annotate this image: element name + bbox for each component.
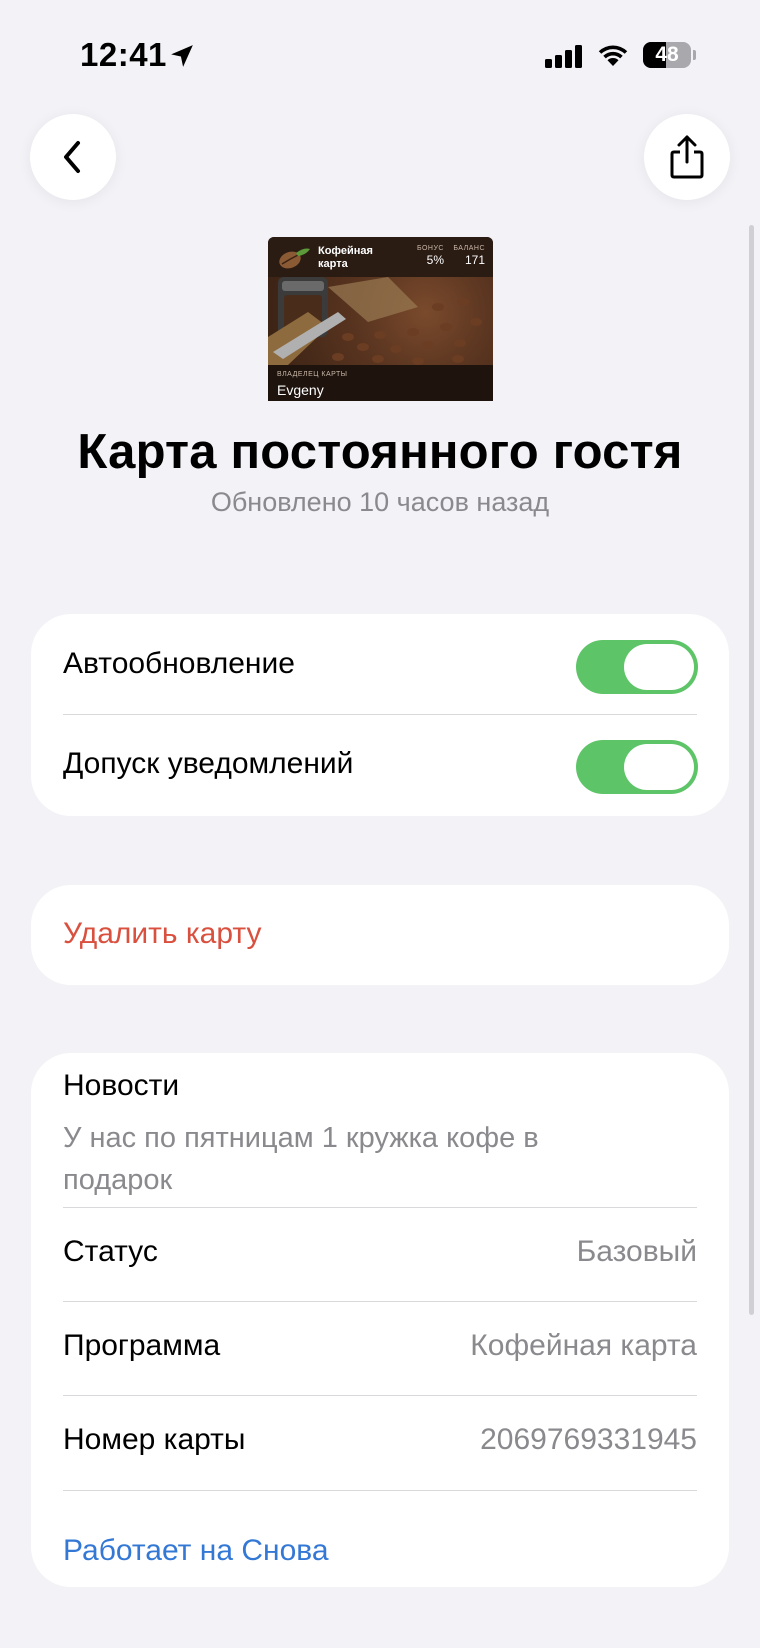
pass-bonus-field: БОНУС 5% (410, 244, 444, 268)
news-title: Новости (63, 1069, 180, 1102)
share-button[interactable] (644, 114, 730, 200)
pass-balance-value: 171 (464, 253, 485, 267)
program-label: Программа (63, 1329, 221, 1362)
battery-icon: 48 (643, 42, 691, 68)
page-subtitle: Обновлено 10 часов назад (210, 487, 550, 517)
status-label: Статус (63, 1235, 158, 1268)
notifications-toggle[interactable] (576, 740, 698, 794)
toggle-knob (624, 644, 694, 690)
status-time: 12:41 (80, 36, 167, 73)
scroll-indicator[interactable] (749, 225, 754, 1315)
pass-header: Кофейная карта БОНУС 5% БАЛАНС 171 (268, 237, 493, 277)
pass-bonus-label: БОНУС (416, 245, 444, 252)
wifi-icon (598, 45, 628, 66)
battery-nub (693, 50, 696, 60)
coffee-beans-photo (268, 277, 493, 365)
location-arrow-icon (171, 45, 193, 67)
status-bar: 12:41 48 (0, 0, 760, 110)
delete-card-label: Удалить карту (63, 917, 262, 950)
pass-card-image[interactable]: Кофейная карта БОНУС 5% БАЛАНС 171 ВЛАДЕ… (268, 237, 493, 401)
toggle-knob (624, 744, 694, 790)
pass-owner-label: ВЛАДЕЛЕЦ КАРТЫ (277, 371, 348, 378)
page-title: Карта постоянного гостя (77, 425, 683, 479)
divider (63, 1490, 697, 1491)
info-group: Новости У нас по пятницам 1 кружка кофе … (31, 1053, 729, 1587)
coffee-bean-logo-icon (279, 248, 310, 269)
chevron-left-icon (64, 141, 80, 173)
share-icon (670, 135, 704, 179)
auto-update-label: Автообновление (63, 647, 295, 680)
settings-group: Автообновление Допуск уведомлений (31, 614, 729, 816)
divider (63, 1395, 697, 1396)
back-button[interactable] (30, 114, 116, 200)
card-number-value: 2069769331945 (480, 1423, 697, 1456)
pass-bonus-value: 5% (426, 253, 444, 267)
pass-program-name: Кофейная карта (318, 245, 373, 270)
pass-balance-label: БАЛАНС (453, 245, 485, 252)
auto-update-toggle[interactable] (576, 640, 698, 694)
divider (63, 714, 697, 715)
cellular-signal-icon (545, 45, 582, 68)
powered-by-link[interactable]: Работает на Снова (63, 1534, 329, 1568)
pass-balance-field: БАЛАНС 171 (448, 244, 485, 268)
card-number-label: Номер карты (63, 1423, 246, 1456)
divider (63, 1207, 697, 1208)
pass-footer: ВЛАДЕЛЕЦ КАРТЫ Evgeny (268, 365, 493, 401)
battery-percent: 48 (655, 43, 679, 66)
news-text: У нас по пятницам 1 кружка кофе в подаро… (63, 1122, 539, 1196)
coffee-scene-illustration (268, 277, 482, 365)
notifications-label: Допуск уведомлений (63, 747, 354, 780)
program-value: Кофейная карта (470, 1329, 697, 1362)
divider (63, 1301, 697, 1302)
pass-owner-name: Evgeny (277, 382, 324, 398)
status-value: Базовый (576, 1235, 697, 1268)
delete-card-button[interactable]: Удалить карту (31, 885, 729, 985)
